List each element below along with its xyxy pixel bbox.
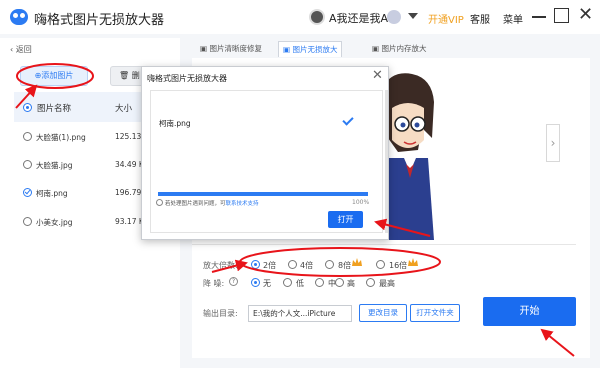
noise-radio[interactable] <box>315 278 324 287</box>
help-text-label: 若处理图片遇到问题，可 <box>165 201 226 207</box>
file-size: 196.79 <box>115 188 142 197</box>
file-size: 93.17 K <box>115 217 144 226</box>
file-name[interactable]: 大脸猫(1).png <box>36 132 86 143</box>
vip-crown-icon <box>352 258 362 266</box>
noise-radio[interactable] <box>335 278 344 287</box>
username[interactable]: A我还是我A <box>329 10 388 26</box>
open-button[interactable]: 打开 <box>328 211 363 228</box>
change-dir-button[interactable]: 更改目录 <box>359 304 407 322</box>
vip-badge-icon <box>387 10 401 24</box>
dialog-scrollbar[interactable] <box>385 90 388 233</box>
scale-option[interactable]: 2倍 <box>263 260 276 271</box>
image-icon: ▣ <box>372 44 380 53</box>
scale-option[interactable]: 8倍 <box>338 260 351 271</box>
noise-option[interactable]: 最高 <box>379 278 395 289</box>
noise-option[interactable]: 高 <box>347 278 355 289</box>
help-icon[interactable]: ? <box>229 277 238 286</box>
back-label: 返回 <box>15 45 32 54</box>
app-title: 嗨格式图片无损放大器 <box>34 13 165 28</box>
contact-support-link[interactable]: 联系技术支持 <box>226 201 259 207</box>
scale-label: 放大倍数: <box>203 261 238 270</box>
noise-option[interactable]: 无 <box>263 278 271 289</box>
noise-radio[interactable] <box>283 278 292 287</box>
minimize-icon[interactable] <box>532 16 546 18</box>
tab-label: 图片无损放大 <box>292 45 338 54</box>
file-size: 125.13 <box>115 132 142 141</box>
help-text: 若处理图片遇到问题，可联系技术支持 <box>165 199 259 207</box>
progress-percent: 100% <box>352 199 370 206</box>
file-radio[interactable] <box>23 217 32 226</box>
vip-crown-icon <box>408 258 418 266</box>
app-logo-icon <box>10 9 28 25</box>
dialog-title: 嗨格式图片无损放大器 <box>147 74 227 83</box>
file-name[interactable]: 大脸猫.jpg <box>36 160 73 171</box>
scale-radio[interactable] <box>288 260 297 269</box>
avatar[interactable] <box>309 9 325 25</box>
file-name[interactable]: 小美女.jpg <box>36 217 73 228</box>
customer-service-link[interactable]: 客服 <box>470 11 490 26</box>
next-image-arrow[interactable]: › <box>546 124 560 162</box>
open-vip-link[interactable]: 开通VIP <box>428 11 464 26</box>
info-icon <box>156 199 163 206</box>
tab-clarity-repair[interactable]: ▣ 图片清晰度修复 <box>196 41 266 57</box>
file-size: 34.49 K <box>115 160 144 169</box>
tab-label: 图片清晰度修复 <box>209 44 262 53</box>
file-radio[interactable] <box>23 160 32 169</box>
noise-radio[interactable] <box>251 278 260 287</box>
tab-label: 图片内存放大 <box>381 44 427 53</box>
scale-radio[interactable] <box>251 260 260 269</box>
file-name[interactable]: 柯南.png <box>36 188 68 199</box>
dialog-file-name: 柯南.png <box>159 119 191 128</box>
back-link[interactable]: ‹ 返回 <box>10 44 32 55</box>
add-image-button[interactable]: ⊕添加图片 <box>20 66 88 86</box>
tab-memory-enlarge[interactable]: ▣ 图片内存放大 <box>368 41 430 57</box>
menu-link[interactable]: 菜单 <box>503 11 523 26</box>
output-dir-label: 输出目录: <box>203 309 238 318</box>
header-name: 图片名称 <box>37 104 72 114</box>
progress-bar <box>158 192 368 196</box>
tab-lossless-enlarge[interactable]: ▣ 图片无损放大 <box>278 41 343 57</box>
add-image-label: 添加图片 <box>41 71 74 80</box>
image-icon: ▣ <box>200 44 208 53</box>
delete-label: 删 <box>131 71 140 80</box>
divider <box>192 244 576 245</box>
open-folder-button[interactable]: 打开文件夹 <box>410 304 460 322</box>
noise-radio[interactable] <box>366 278 375 287</box>
scale-option[interactable]: 16倍 <box>389 260 407 271</box>
select-all-radio[interactable] <box>23 103 32 112</box>
start-button[interactable]: 开始 <box>483 297 576 326</box>
maximize-icon[interactable] <box>554 8 569 23</box>
noise-option[interactable]: 低 <box>296 278 304 289</box>
image-icon: ▣ <box>283 45 291 54</box>
header-size: 大小 <box>115 104 133 114</box>
output-dir-field[interactable]: E:\我的个人文...iPicture <box>248 305 352 322</box>
scale-option[interactable]: 4倍 <box>300 260 313 271</box>
file-checked-radio[interactable] <box>23 188 32 197</box>
scale-radio[interactable] <box>325 260 334 269</box>
trash-icon: 🗑 <box>119 71 130 80</box>
file-radio[interactable] <box>23 132 32 141</box>
dialog-close-icon[interactable]: ✕ <box>372 69 383 82</box>
scale-radio[interactable] <box>376 260 385 269</box>
close-icon[interactable]: ✕ <box>578 6 593 24</box>
progress-fill <box>158 192 368 196</box>
chevron-down-icon[interactable] <box>408 13 418 19</box>
noise-label: 降 噪: <box>203 279 225 288</box>
